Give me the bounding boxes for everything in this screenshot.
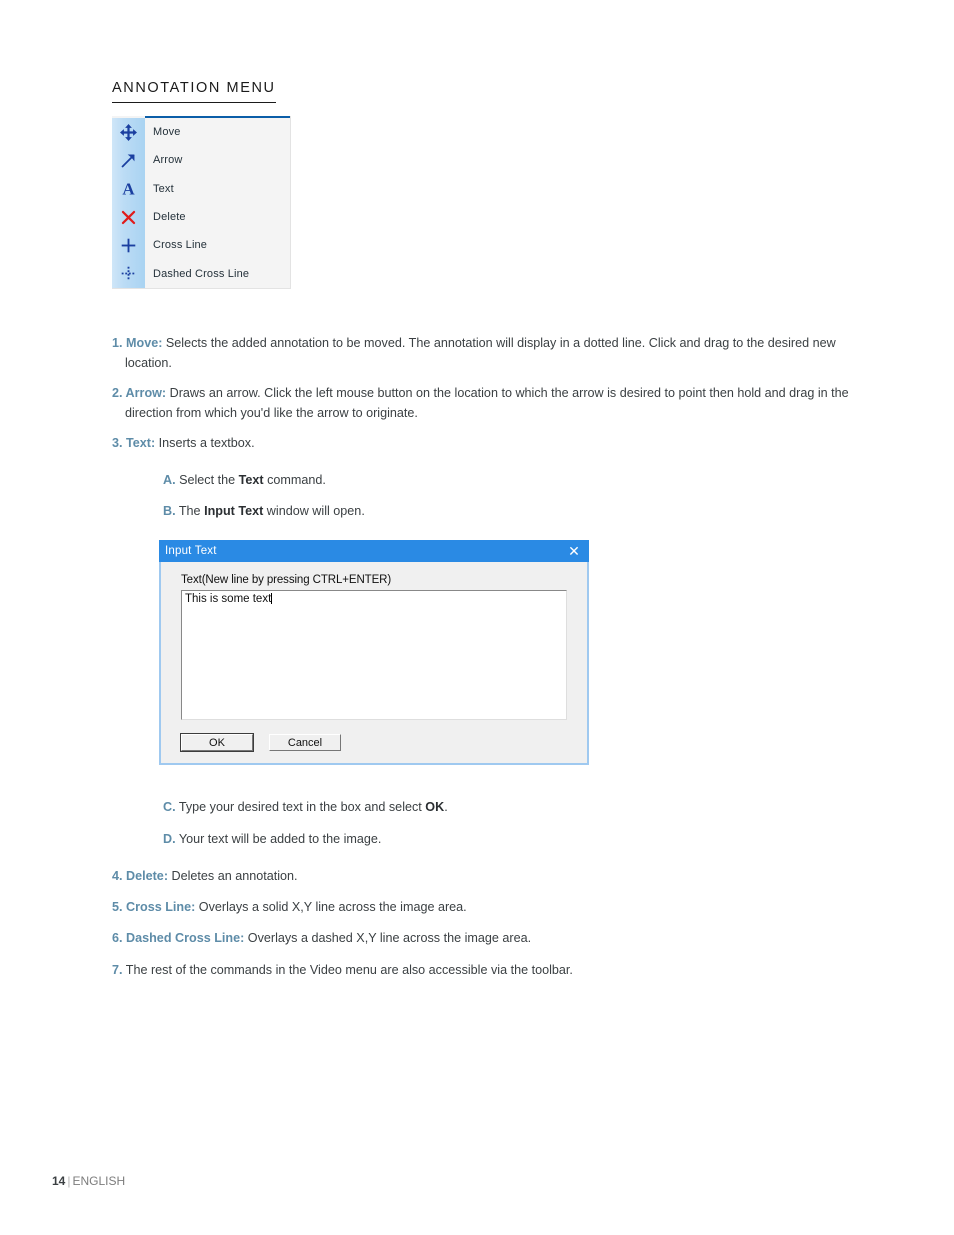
cancel-button[interactable]: Cancel: [269, 734, 341, 751]
menu-item-text[interactable]: A Text: [112, 175, 290, 203]
menu-item-label: Dashed Cross Line: [153, 267, 250, 280]
sublist-item-c: C. Type your desired text in the box and…: [163, 798, 448, 818]
sublist-item-pre: Your text will be added to the image.: [175, 832, 382, 846]
footer-separator: |: [67, 1174, 71, 1188]
list-item-toolbar-note: 7. The rest of the commands in the Video…: [112, 961, 853, 981]
list-item-arrow: 2. Arrow: Draws an arrow. Click the left…: [112, 384, 853, 423]
arrow-icon: [112, 146, 145, 174]
menu-item-label: Text: [153, 182, 174, 195]
page-number: 14: [52, 1174, 66, 1188]
text-icon: A: [112, 175, 145, 203]
sublist-item-d: D. Your text will be added to the image.: [163, 830, 381, 850]
menu-item-label: Arrow: [153, 154, 183, 167]
menu-item-dashed-cross-line[interactable]: Dashed Cross Line: [112, 259, 290, 287]
list-item-lead: Arrow:: [125, 386, 167, 400]
menu-item-delete[interactable]: Delete: [112, 203, 290, 231]
list-item-number: 5.: [112, 900, 127, 914]
svg-text:A: A: [122, 180, 135, 197]
menu-item-label: Delete: [153, 211, 186, 224]
input-text-dialog: Input Text ✕ Text(New line by pressing C…: [159, 540, 589, 765]
cross-line-icon: [112, 231, 145, 259]
list-item-lead: Move:: [126, 336, 163, 350]
sublist-item-letter: B.: [163, 504, 176, 518]
menu-item-move[interactable]: Move: [112, 118, 290, 146]
sublist-item-bold: Input Text: [204, 504, 264, 518]
list-item-text-cmd: 3. Text: Inserts a textbox.: [112, 434, 853, 454]
sublist-item-post: .: [444, 800, 448, 814]
list-item-number: 6.: [112, 931, 127, 945]
list-item-cross-line: 5. Cross Line: Overlays a solid X,Y line…: [112, 898, 853, 918]
menu-item-label: Cross Line: [153, 239, 208, 252]
text-field-label: Text(New line by pressing CTRL+ENTER): [181, 574, 392, 586]
sublist-item-a: A. Select the Text command.: [163, 471, 326, 491]
sublist-item-letter: A.: [163, 473, 176, 487]
list-item-number: 1.: [112, 336, 127, 350]
list-item-number: 4.: [112, 869, 127, 883]
ok-button[interactable]: OK: [180, 733, 254, 752]
text-caret: [271, 593, 273, 604]
list-item-text: Selects the added annotation to be moved…: [125, 336, 836, 370]
dialog-button-row: OK Cancel: [180, 733, 575, 752]
list-item-text: Overlays a dashed X,Y line across the im…: [244, 931, 532, 945]
page-footer: 14 | ENGLISH: [52, 1174, 125, 1188]
page-title: ANNOTATION MENU: [112, 80, 276, 103]
text-input-textarea[interactable]: This is some text: [181, 590, 567, 720]
dashed-cross-line-icon: [112, 259, 145, 287]
sublist-item-pre: Select the: [175, 473, 239, 487]
sublist-item-post: command.: [263, 473, 326, 487]
list-item-number: 2.: [112, 386, 126, 400]
list-item-text: The rest of the commands in the Video me…: [122, 963, 573, 977]
list-item-text: Draws an arrow. Click the left mouse but…: [125, 386, 849, 420]
annotation-menu-list: Move Arrow A Text Delete Cross Line Dash…: [112, 116, 290, 288]
list-item-lead: Dashed Cross Line:: [126, 931, 245, 945]
sublist-item-bold: OK: [425, 800, 445, 814]
dialog-body: Text(New line by pressing CTRL+ENTER) Th…: [161, 562, 587, 763]
sublist-item-bold: Text: [238, 473, 264, 487]
sublist-item-b: B. The Input Text window will open.: [163, 502, 365, 522]
dialog-title: Input Text: [165, 545, 217, 557]
sublist-item-letter: C.: [163, 800, 176, 814]
menu-item-arrow[interactable]: Arrow: [112, 146, 290, 174]
list-item-number: 7.: [112, 963, 123, 977]
sublist-item-pre: The: [175, 504, 205, 518]
list-item-lead: Text:: [126, 436, 156, 450]
list-item-move: 1. Move: Selects the added annotation to…: [112, 334, 853, 373]
list-item-text: Deletes an annotation.: [168, 869, 298, 883]
menu-item-label: Move: [153, 126, 181, 139]
sublist-item-letter: D.: [163, 832, 176, 846]
footer-language: ENGLISH: [72, 1174, 126, 1188]
dialog-titlebar: Input Text ✕: [159, 540, 589, 562]
list-item-lead: Delete:: [126, 869, 169, 883]
list-item-delete: 4. Delete: Deletes an annotation.: [112, 867, 853, 887]
list-item-number: 3.: [112, 436, 127, 450]
menu-item-cross-line[interactable]: Cross Line: [112, 231, 290, 259]
sublist-item-post: window will open.: [263, 504, 365, 518]
list-item-dashed-cross-line: 6. Dashed Cross Line: Overlays a dashed …: [112, 929, 853, 949]
delete-icon: [112, 203, 145, 231]
list-item-lead: Cross Line:: [126, 900, 196, 914]
move-icon: [112, 118, 145, 146]
annotation-menu-panel: Move Arrow A Text Delete Cross Line Dash…: [112, 116, 291, 289]
list-item-text: Overlays a solid X,Y line across the ima…: [195, 900, 467, 914]
textarea-value: This is some text: [185, 593, 272, 605]
close-icon[interactable]: ✕: [559, 540, 589, 562]
sublist-item-pre: Type your desired text in the box and se…: [175, 800, 426, 814]
list-item-text: Inserts a textbox.: [155, 436, 255, 450]
